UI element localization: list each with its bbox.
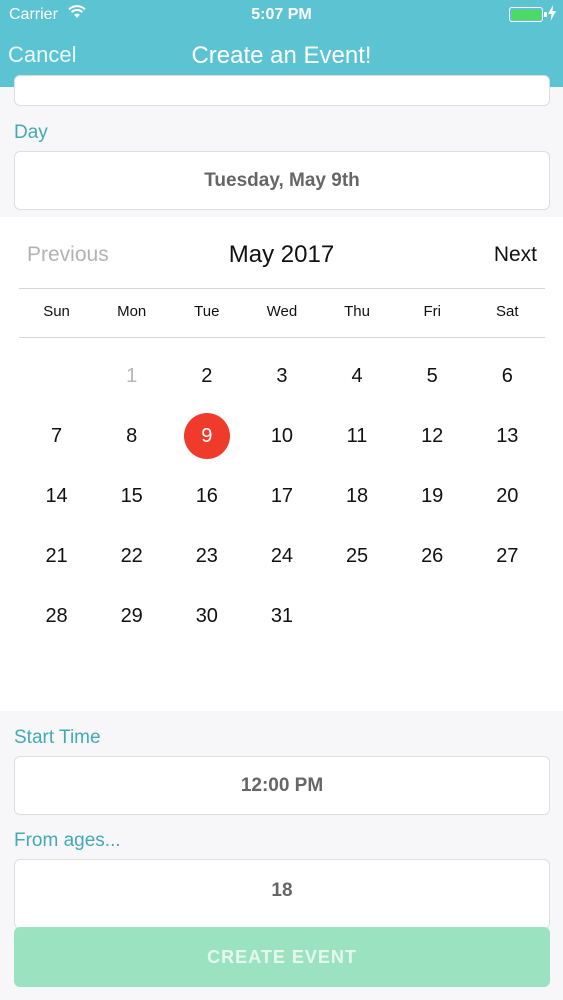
from-ages-field[interactable]: 18 [14, 859, 550, 929]
calendar-day-number: 3 [276, 364, 288, 387]
calendar-day[interactable]: 28 [19, 586, 94, 646]
calendar-week: 1 2 3 4 5 6 [19, 346, 545, 406]
calendar-day-number: 23 [195, 544, 218, 567]
calendar-week: 21 22 23 24 25 26 27 [19, 526, 545, 586]
previous-field[interactable] [14, 75, 550, 106]
calendar-week: 7 8 9 10 11 12 13 [19, 406, 545, 466]
calendar-day[interactable]: 30 [169, 586, 244, 646]
status-bar: Carrier 5:07 PM [0, 0, 563, 30]
calendar-day[interactable]: 11 [320, 406, 395, 466]
calendar-day[interactable]: 18 [320, 466, 395, 526]
calendar-day-number: 28 [45, 604, 68, 627]
calendar-day[interactable]: 7 [19, 406, 94, 466]
weekday-sat: Sat [496, 303, 519, 320]
calendar-day[interactable]: 1 [94, 346, 169, 406]
calendar-divider [19, 288, 545, 289]
day-label: Day [14, 122, 48, 143]
calendar-month-title: May 2017 [228, 241, 335, 268]
calendar-day[interactable]: 23 [169, 526, 244, 586]
calendar-day[interactable]: 14 [19, 466, 94, 526]
calendar-day[interactable]: 15 [94, 466, 169, 526]
calendar-day[interactable]: 29 [94, 586, 169, 646]
calendar-day-number: 1 [126, 364, 138, 387]
calendar-day-number: 9 [183, 413, 230, 459]
calendar-day-number: 16 [195, 484, 218, 507]
calendar-day-number: 5 [426, 364, 438, 387]
calendar-day[interactable]: 6 [470, 346, 545, 406]
calendar-day[interactable]: 10 [244, 406, 319, 466]
calendar-day[interactable]: 27 [470, 526, 545, 586]
calendar-day[interactable]: 12 [395, 406, 470, 466]
calendar-day-number: 27 [496, 544, 519, 567]
calendar-week: 14 15 16 17 18 19 20 [19, 466, 545, 526]
calendar-day-number: 11 [346, 424, 368, 447]
calendar-empty-cell [19, 346, 94, 406]
calendar-empty-cell [320, 586, 395, 646]
calendar-day[interactable]: 20 [470, 466, 545, 526]
charging-icon [548, 5, 556, 21]
calendar-day-number: 26 [421, 544, 444, 567]
calendar-day-number: 12 [421, 424, 444, 447]
calendar-day-number: 17 [270, 484, 294, 507]
calendar-day-number: 22 [120, 544, 143, 567]
calendar-empty-cell [395, 586, 470, 646]
calendar-day[interactable]: 31 [244, 586, 319, 646]
calendar-day-number: 21 [45, 544, 68, 567]
calendar-day[interactable]: 2 [169, 346, 244, 406]
calendar-empty-cell [470, 586, 545, 646]
calendar-day-number: 19 [421, 484, 444, 507]
calendar-day-number: 14 [45, 484, 68, 507]
day-field[interactable]: Tuesday, May 9th [14, 151, 550, 210]
calendar-day[interactable]: 22 [94, 526, 169, 586]
battery-icon [509, 7, 547, 22]
calendar-divider [19, 337, 545, 338]
calendar-day-number: 10 [270, 424, 294, 447]
page-title: Create an Event! [191, 42, 372, 69]
start-time-label: Start Time [14, 727, 101, 748]
weekday-wed: Wed [266, 303, 298, 320]
calendar-day-number: 20 [496, 484, 519, 507]
weekday-thu: Thu [344, 303, 370, 320]
calendar-day[interactable]: 16 [169, 466, 244, 526]
calendar-day-number: 2 [201, 364, 213, 387]
next-month-button[interactable]: Next [494, 243, 537, 267]
calendar-day-number: 25 [345, 544, 369, 567]
calendar-day[interactable]: 19 [395, 466, 470, 526]
calendar-day[interactable]: 3 [244, 346, 319, 406]
calendar-day-number: 29 [120, 604, 143, 627]
calendar-day[interactable]: 24 [244, 526, 319, 586]
calendar-day-number: 15 [120, 484, 143, 507]
weekday-sun: Sun [43, 303, 70, 320]
calendar-day[interactable]: 13 [470, 406, 545, 466]
calendar-day-selected[interactable]: 9 [169, 406, 244, 466]
calendar-week: 28 29 30 31 [19, 586, 545, 646]
weekday-mon: Mon [117, 303, 147, 320]
calendar-day-number: 7 [51, 424, 63, 447]
weekday-tue: Tue [194, 303, 220, 320]
calendar-grid: 1 2 3 4 5 6 7 8 9 10 11 12 13 14 15 16 17 18 19 20 21 22 23 24 2… [19, 346, 545, 646]
calendar-day-number: 4 [351, 364, 363, 387]
create-event-button[interactable]: CREATE EVENT [14, 927, 550, 987]
calendar-day-number: 31 [270, 604, 294, 627]
calendar-day[interactable]: 17 [244, 466, 319, 526]
calendar-day[interactable]: 21 [19, 526, 94, 586]
from-ages-label: From ages... [14, 830, 121, 851]
calendar-day[interactable]: 26 [395, 526, 470, 586]
calendar-day-number: 6 [501, 364, 513, 387]
calendar-day-number: 18 [345, 484, 369, 507]
calendar-day[interactable]: 5 [395, 346, 470, 406]
calendar-day-number: 13 [496, 424, 519, 447]
clock: 5:07 PM [251, 6, 312, 23]
calendar-day-number: 8 [126, 424, 138, 447]
calendar-day[interactable]: 25 [320, 526, 395, 586]
nav-bar: Carrier 5:07 PM Cancel Create an Event! [0, 0, 563, 87]
weekday-fri: Fri [423, 303, 441, 320]
start-time-field[interactable]: 12:00 PM [14, 756, 550, 815]
calendar-day[interactable]: 8 [94, 406, 169, 466]
calendar-day[interactable]: 4 [320, 346, 395, 406]
calendar-day-number: 30 [195, 604, 218, 627]
calendar: Previous May 2017 Next Sun Mon Tue Wed T… [0, 217, 563, 711]
weekday-header: Sun Mon Tue Wed Thu Fri Sat [19, 303, 545, 320]
calendar-day-number: 24 [270, 544, 294, 567]
